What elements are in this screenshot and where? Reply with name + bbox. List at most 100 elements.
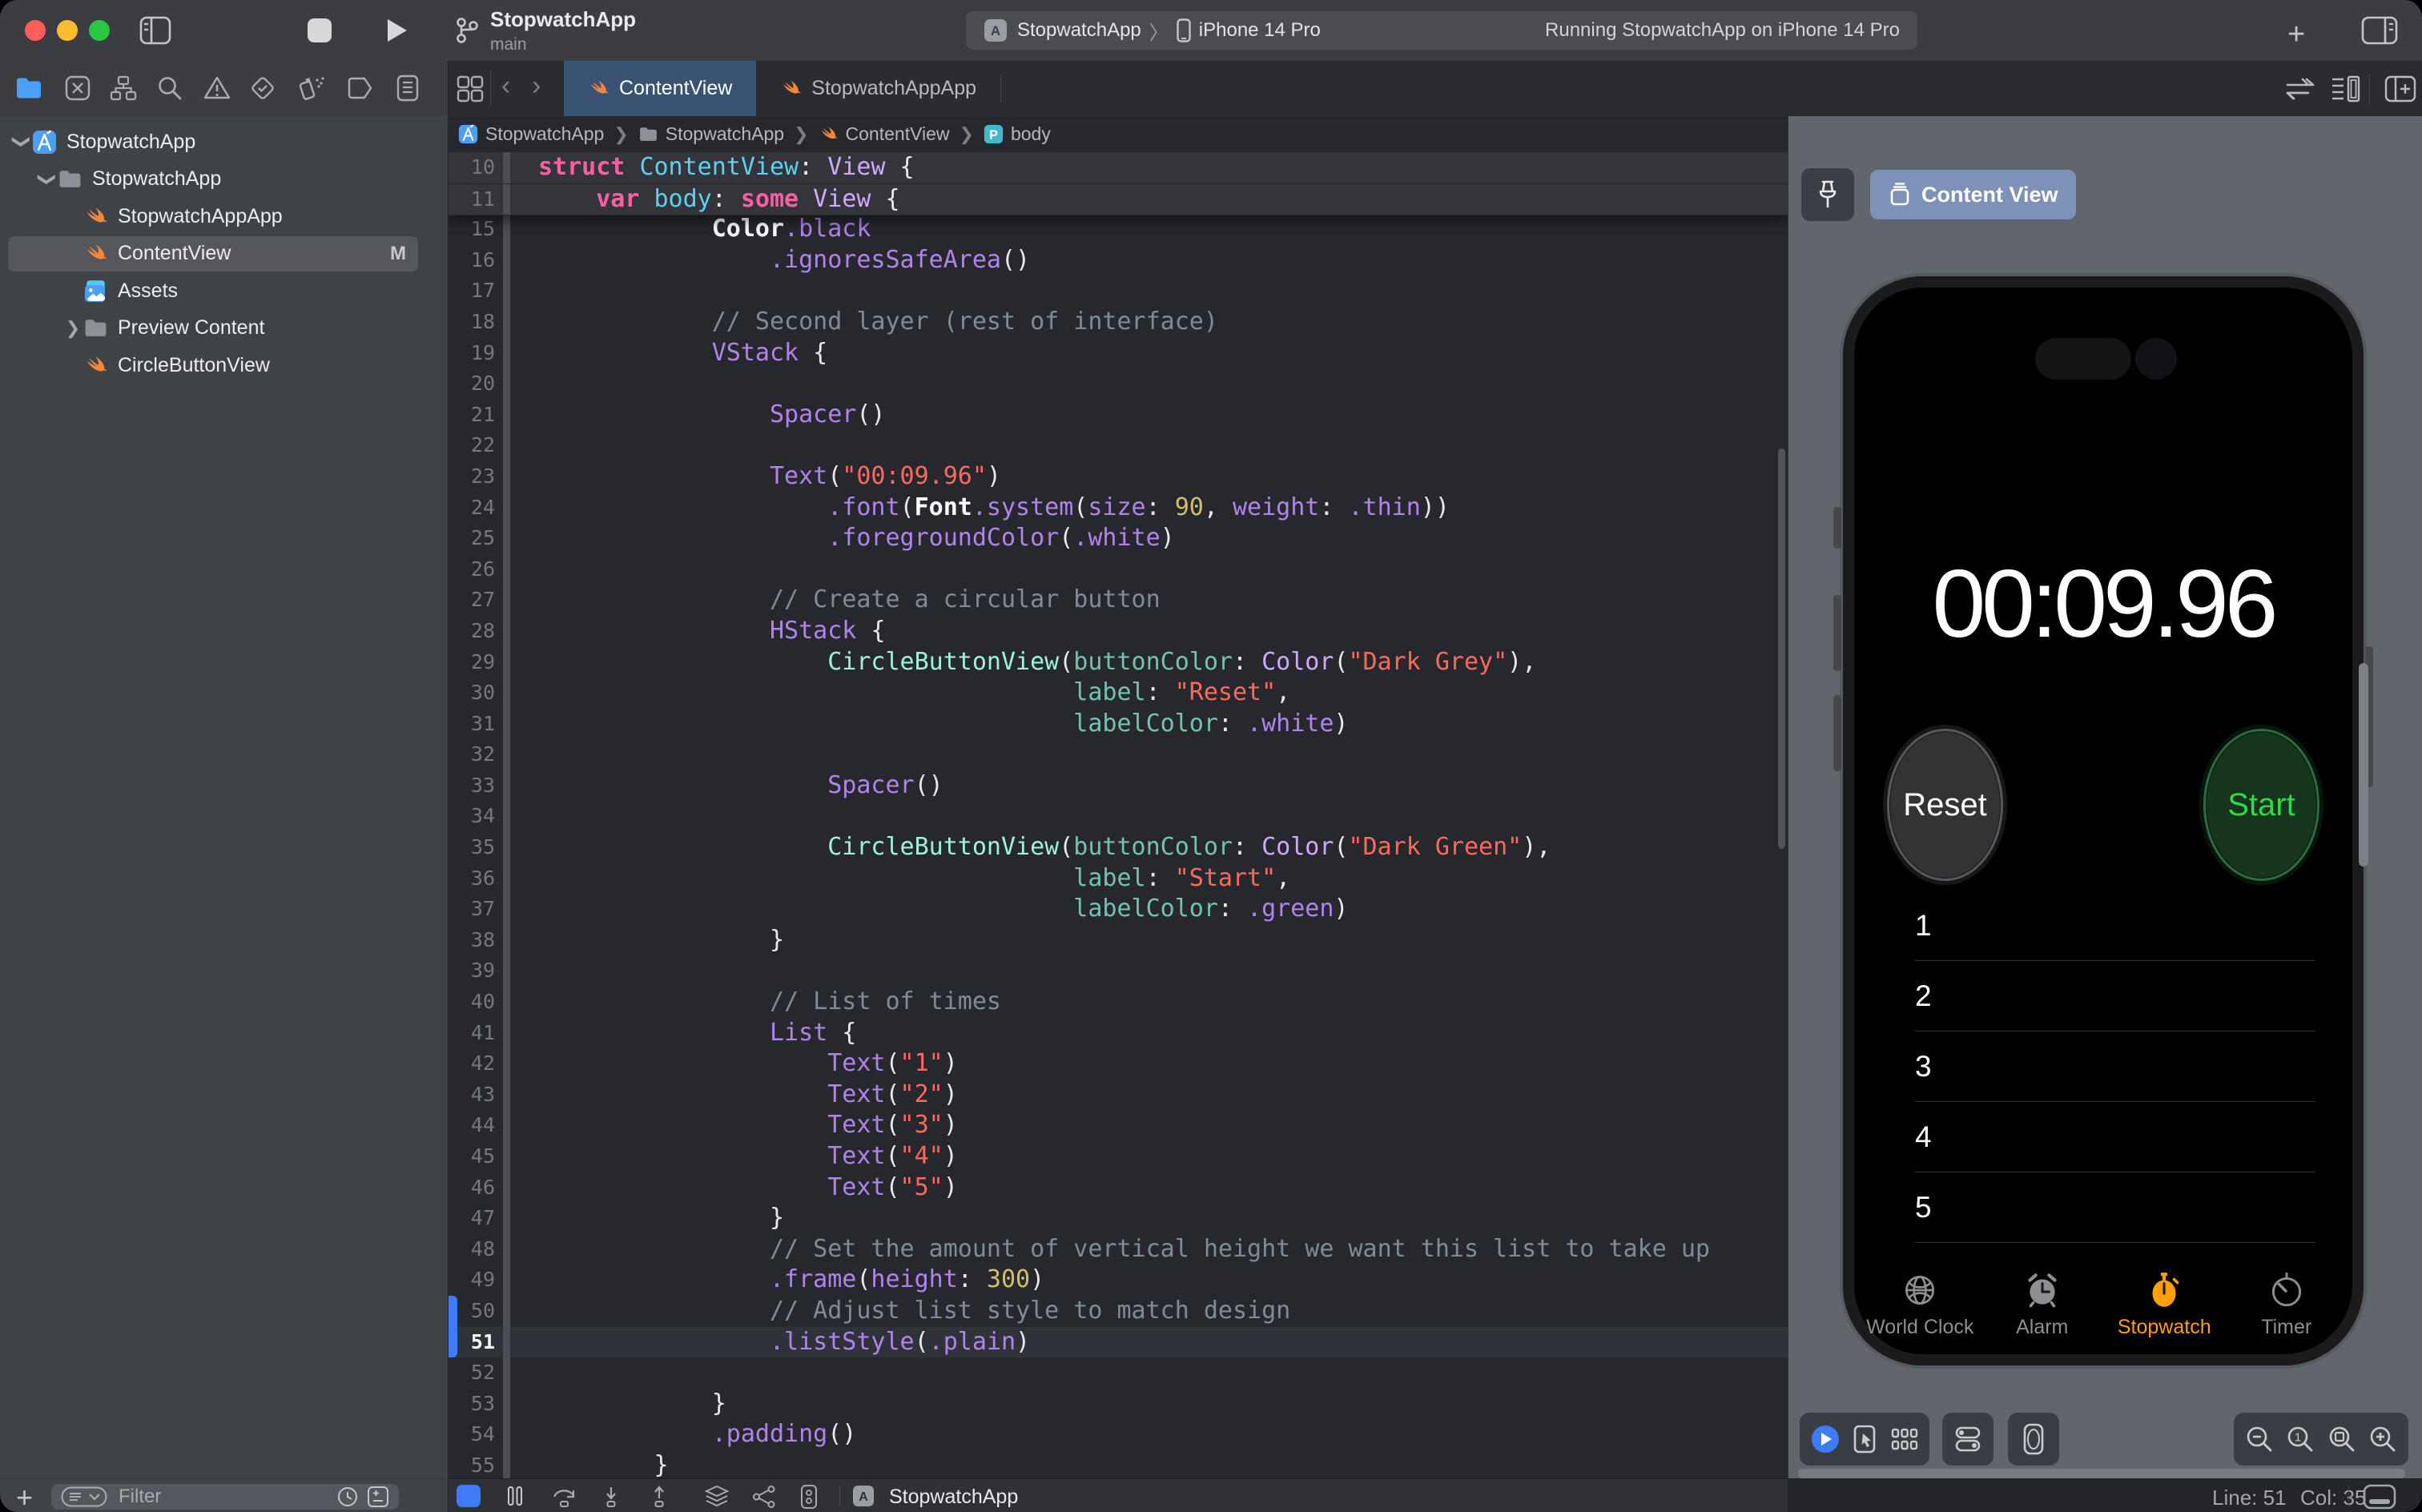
code-line-10[interactable]: 10struct ContentView: View { bbox=[449, 152, 1788, 184]
phone-tab-stopwatch[interactable]: Stopwatch bbox=[2103, 1269, 2226, 1365]
scheme-app-name[interactable]: StopwatchApp bbox=[1017, 19, 1141, 42]
code-line-31[interactable]: 31labelColor: .white) bbox=[449, 709, 1788, 740]
scheme-device-name[interactable]: iPhone 14 Pro bbox=[1199, 19, 1321, 42]
code-line-42[interactable]: 42Text("1") bbox=[449, 1048, 1788, 1080]
phone-tab-timer[interactable]: Timer bbox=[2226, 1269, 2348, 1365]
code-line-33[interactable]: 33Spacer() bbox=[449, 770, 1788, 802]
phone-tab-world-clock[interactable]: World Clock bbox=[1859, 1269, 1981, 1365]
sidebar-item-preview-content[interactable]: ❯Preview Content bbox=[0, 310, 448, 348]
code-line-46[interactable]: 46Text("5") bbox=[449, 1172, 1788, 1204]
code-line-48[interactable]: 48// Set the amount of vertical height w… bbox=[449, 1234, 1788, 1265]
code-line-55[interactable]: 55} bbox=[449, 1450, 1788, 1478]
stop-button[interactable] bbox=[308, 18, 332, 42]
run-button[interactable] bbox=[383, 17, 410, 44]
breadcrumb-item-body[interactable]: Pbody bbox=[984, 123, 1051, 145]
find-navigator-tab-icon[interactable] bbox=[156, 74, 183, 102]
sidebar-item-contentview[interactable]: ContentViewM bbox=[0, 235, 448, 273]
sidebar-item-stopwatchapp[interactable]: ❯StopwatchApp bbox=[0, 123, 448, 161]
code-line-41[interactable]: 41List { bbox=[449, 1018, 1788, 1049]
lap-row[interactable]: 2 bbox=[1915, 961, 2315, 1031]
lap-row[interactable]: 1 bbox=[1915, 891, 2315, 961]
code-line-20[interactable]: 20 bbox=[449, 368, 1788, 400]
code-line-45[interactable]: 45Text("4") bbox=[449, 1141, 1788, 1172]
code-line-50[interactable]: 50// Adjust list style to match design bbox=[449, 1296, 1788, 1327]
chevron-right-icon[interactable]: ❯ bbox=[62, 318, 83, 339]
code-editor[interactable]: 15Color.black16.ignoresSafeArea()1718// … bbox=[449, 152, 1788, 1478]
code-line-22[interactable]: 22 bbox=[449, 430, 1788, 461]
phone-tab-alarm[interactable]: Alarm bbox=[1981, 1269, 2104, 1365]
minimap-icon[interactable] bbox=[2329, 74, 2361, 103]
device-settings-button[interactable] bbox=[1952, 1423, 1984, 1455]
preview-pin-button[interactable] bbox=[1801, 168, 1854, 221]
code-line-53[interactable]: 53} bbox=[449, 1389, 1788, 1420]
tab-contentview[interactable]: ContentView bbox=[564, 61, 756, 116]
code-line-49[interactable]: 49.frame(height: 300) bbox=[449, 1265, 1788, 1296]
code-line-47[interactable]: 47} bbox=[449, 1203, 1788, 1234]
zoom-actual-size-icon[interactable]: 1 bbox=[2285, 1424, 2315, 1454]
lap-row[interactable]: 3 bbox=[1915, 1031, 2315, 1102]
code-line-35[interactable]: 35CircleButtonView(buttonColor: Color("D… bbox=[449, 832, 1788, 863]
code-line-26[interactable]: 26 bbox=[449, 554, 1788, 585]
preview-horizontal-scrollbar[interactable] bbox=[1798, 1469, 2405, 1478]
breakpoints-navigator-tab-icon[interactable] bbox=[345, 77, 374, 99]
project-navigator-tab-icon[interactable] bbox=[14, 74, 43, 102]
sidebar-item-circlebuttonview[interactable]: CircleButtonView bbox=[0, 347, 448, 384]
source-control-status-icon[interactable] bbox=[367, 1486, 389, 1508]
minimize-window-button[interactable] bbox=[57, 20, 78, 41]
editor-scrollbar[interactable] bbox=[1778, 448, 1785, 849]
code-line-37[interactable]: 37labelColor: .green) bbox=[449, 894, 1788, 925]
filter-field[interactable]: Filter bbox=[51, 1484, 399, 1510]
reports-navigator-tab-icon[interactable] bbox=[396, 74, 420, 102]
code-line-23[interactable]: 23Text("00:09.96") bbox=[449, 461, 1788, 493]
code-line-15[interactable]: 15Color.black bbox=[449, 214, 1788, 245]
preview-vertical-scrollbar[interactable] bbox=[2359, 663, 2368, 867]
code-line-25[interactable]: 25.foregroundColor(.white) bbox=[449, 523, 1788, 554]
issues-navigator-tab-icon[interactable] bbox=[203, 74, 231, 102]
code-line-52[interactable]: 52 bbox=[449, 1357, 1788, 1389]
code-lines[interactable]: 15Color.black16.ignoresSafeArea()1718// … bbox=[449, 214, 1788, 1478]
source-control-navigator-tab-icon[interactable] bbox=[64, 74, 91, 102]
view-hierarchy-icon[interactable] bbox=[703, 1485, 730, 1509]
step-out-icon[interactable] bbox=[647, 1486, 671, 1508]
toggle-bottom-bar-icon[interactable] bbox=[2363, 1484, 2396, 1510]
editor-grid-icon[interactable] bbox=[455, 74, 485, 104]
code-line-24[interactable]: 24.font(Font.system(size: 90, weight: .t… bbox=[449, 493, 1788, 524]
code-line-17[interactable]: 17 bbox=[449, 275, 1788, 307]
breadcrumb-item-stopwatchapp[interactable]: StopwatchApp bbox=[638, 123, 784, 145]
code-line-32[interactable]: 32 bbox=[449, 739, 1788, 770]
code-line-16[interactable]: 16.ignoresSafeArea() bbox=[449, 245, 1788, 276]
adjust-editor-icon[interactable] bbox=[2284, 75, 2316, 103]
lap-list[interactable]: 12345 bbox=[1915, 891, 2315, 1243]
zoom-window-button[interactable] bbox=[89, 20, 110, 41]
zoom-in-icon[interactable] bbox=[2368, 1424, 2398, 1454]
start-button[interactable]: Start bbox=[2199, 725, 2323, 885]
lap-row[interactable]: 5 bbox=[1915, 1172, 2315, 1243]
lap-row[interactable]: 4 bbox=[1915, 1102, 2315, 1172]
forward-icon[interactable]: › bbox=[532, 70, 541, 102]
step-over-icon[interactable] bbox=[551, 1486, 578, 1508]
code-line-43[interactable]: 43Text("2") bbox=[449, 1080, 1788, 1111]
breadcrumb-item-stopwatchapp[interactable]: StopwatchApp bbox=[458, 123, 604, 145]
zoom-out-icon[interactable] bbox=[2244, 1424, 2275, 1454]
sidebar-item-assets[interactable]: Assets bbox=[0, 272, 448, 310]
code-line-44[interactable]: 44Text("3") bbox=[449, 1110, 1788, 1141]
code-line-34[interactable]: 34 bbox=[449, 801, 1788, 832]
split-editor-icon[interactable] bbox=[2384, 74, 2417, 103]
toggle-debug-area-button[interactable] bbox=[457, 1485, 481, 1507]
code-line-19[interactable]: 19VStack { bbox=[449, 338, 1788, 369]
code-line-54[interactable]: 54.padding() bbox=[449, 1419, 1788, 1450]
code-line-39[interactable]: 39 bbox=[449, 955, 1788, 987]
code-line-29[interactable]: 29CircleButtonView(buttonColor: Color("D… bbox=[449, 647, 1788, 678]
close-window-button[interactable] bbox=[25, 20, 46, 41]
back-icon[interactable]: ‹ bbox=[501, 70, 510, 102]
sidebar-item-stopwatchapp[interactable]: ❯StopwatchApp bbox=[0, 161, 448, 199]
tests-navigator-tab-icon[interactable] bbox=[249, 74, 276, 102]
preview-jump-button[interactable]: Content View bbox=[1870, 170, 2076, 219]
selectable-preview-button[interactable] bbox=[1851, 1424, 1880, 1454]
code-line-30[interactable]: 30label: "Reset", bbox=[449, 678, 1788, 709]
step-into-icon[interactable] bbox=[599, 1486, 623, 1508]
add-tab-icon[interactable]: + bbox=[2287, 18, 2305, 52]
debug-navigator-tab-icon[interactable] bbox=[296, 73, 326, 103]
code-line-27[interactable]: 27// Create a circular button bbox=[449, 585, 1788, 616]
toggle-right-sidebar-icon[interactable] bbox=[2360, 14, 2400, 46]
